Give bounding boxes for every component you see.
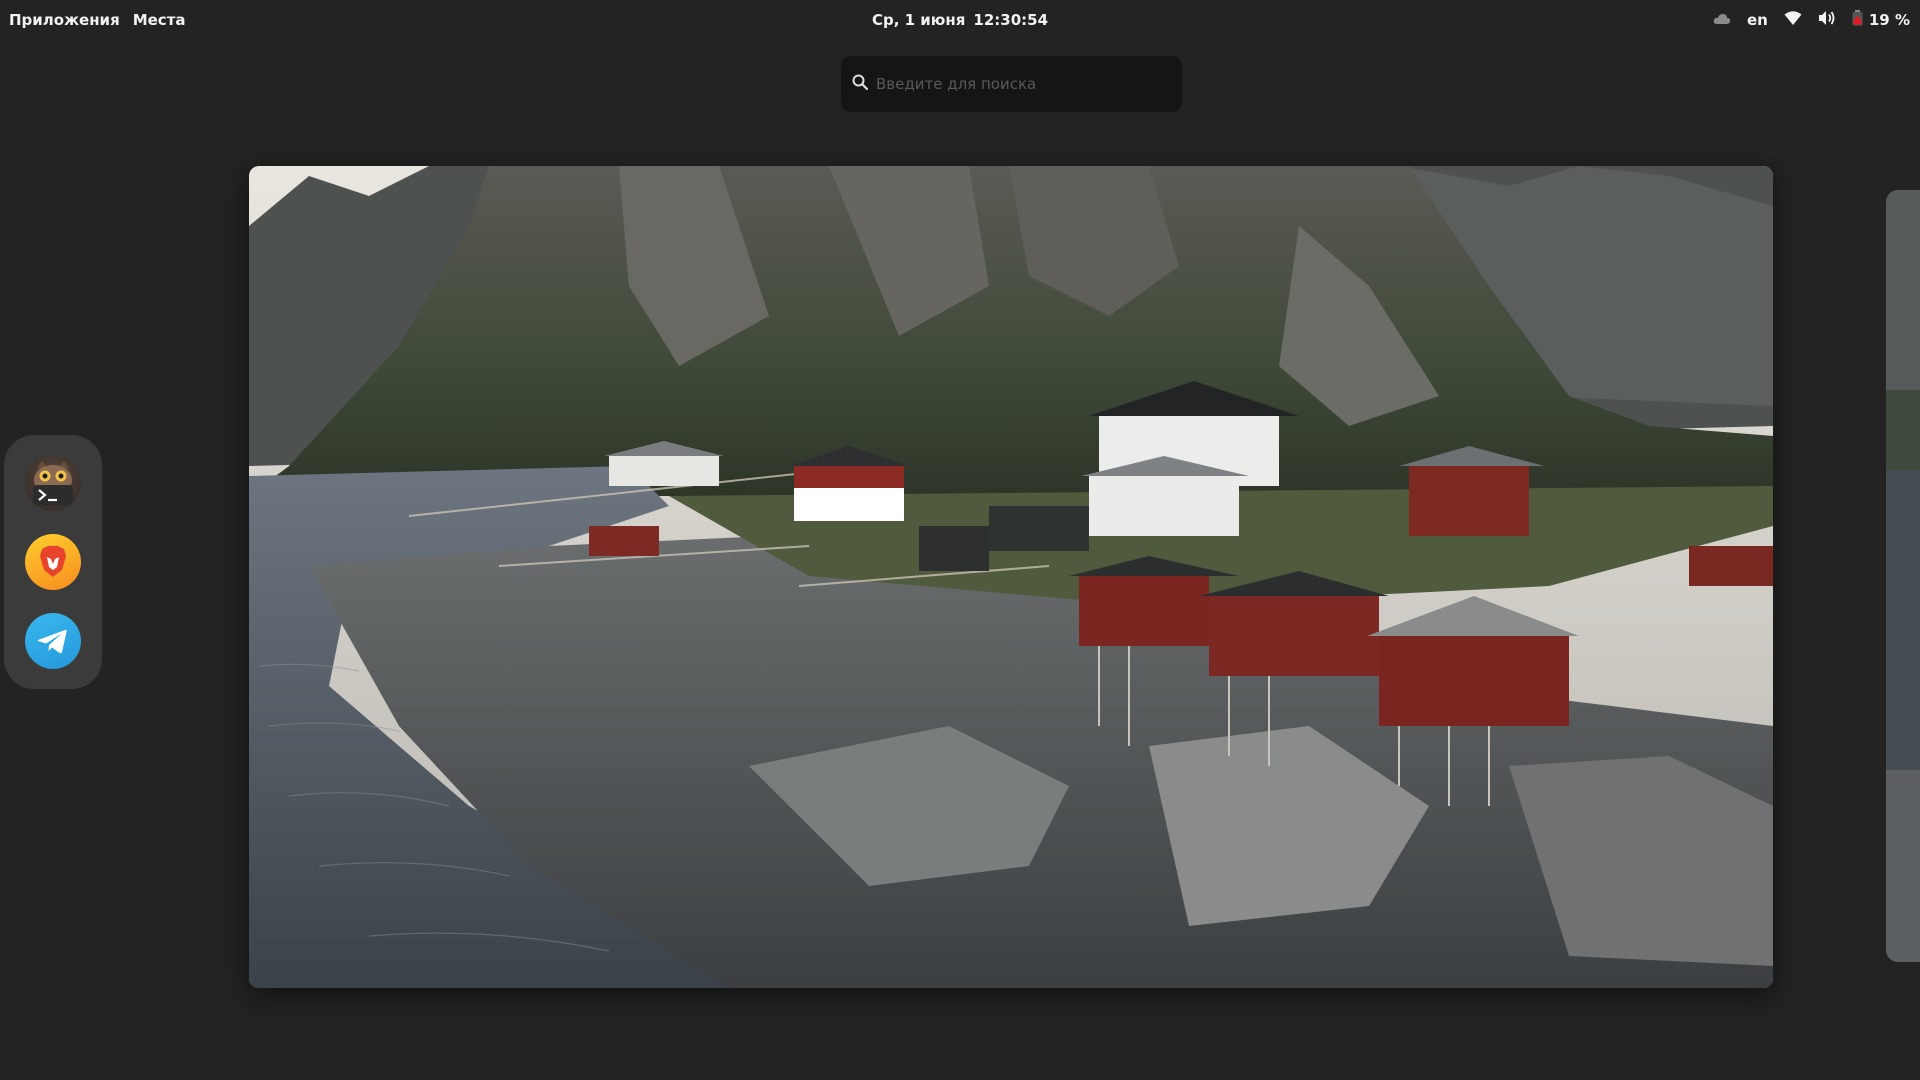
- clock-date: Ср, 1 июня: [871, 11, 966, 29]
- dock-app-telegram[interactable]: [25, 613, 81, 669]
- battery-percentage: 19 %: [1868, 11, 1910, 29]
- weather-cloud-icon[interactable]: [1713, 11, 1731, 29]
- search-input[interactable]: [876, 75, 1166, 93]
- wifi-icon[interactable]: [1784, 10, 1802, 30]
- clock[interactable]: Ср, 1 июня 12:30:54: [872, 11, 1048, 29]
- workspace-thumbnail[interactable]: [249, 166, 1773, 988]
- battery-icon: [1852, 10, 1863, 30]
- search-icon: [852, 74, 869, 94]
- dock-app-brave[interactable]: [25, 534, 81, 590]
- wallpaper-photo: [249, 166, 1773, 988]
- places-menu[interactable]: Места: [133, 11, 186, 29]
- dash-dock: [4, 435, 102, 689]
- telegram-plane-icon: [25, 629, 81, 673]
- applications-menu[interactable]: Приложения: [9, 11, 120, 29]
- battery-indicator[interactable]: 19 %: [1852, 10, 1910, 30]
- search-box[interactable]: [841, 56, 1182, 112]
- keyboard-layout-indicator[interactable]: en: [1747, 11, 1768, 29]
- clock-time: 12:30:54: [973, 11, 1049, 29]
- system-tray[interactable]: en 19 %: [1713, 10, 1910, 30]
- next-workspace-wallpaper: [1886, 190, 1920, 962]
- top-bar: Приложения Места Ср, 1 июня 12:30:54 en 1…: [0, 0, 1920, 44]
- brave-lion-icon: [25, 546, 81, 594]
- dock-app-terminal[interactable]: [25, 455, 81, 511]
- terminal-icon: [25, 461, 81, 515]
- volume-icon[interactable]: [1818, 10, 1836, 30]
- next-workspace-thumbnail[interactable]: [1886, 190, 1920, 962]
